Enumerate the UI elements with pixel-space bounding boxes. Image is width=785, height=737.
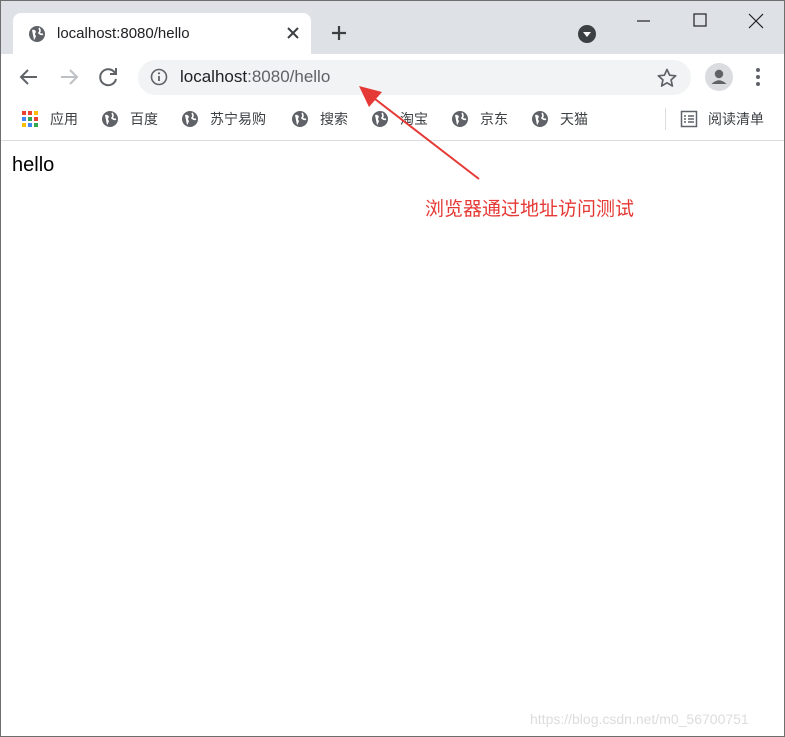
- reading-list-button[interactable]: 阅读清单: [680, 108, 764, 130]
- bookmark-taobao[interactable]: 淘宝: [371, 108, 428, 130]
- bookmark-label: 天猫: [560, 111, 588, 127]
- reload-icon[interactable]: [96, 64, 122, 90]
- bookmark-tmall[interactable]: 天猫: [531, 108, 588, 130]
- minimize-icon[interactable]: [623, 9, 663, 35]
- page-body-text: hello: [12, 154, 55, 176]
- url-path: :8080/hello: [247, 67, 331, 86]
- globe-icon: [29, 26, 45, 42]
- reading-list-label: 阅读清单: [708, 111, 764, 127]
- bookmarks-bar: 应用 百度 苏宁易购 搜索 淘宝 京东 天猫 阅读清单: [1, 100, 784, 141]
- annotation-text: 浏览器通过地址访问测试: [425, 199, 635, 220]
- bookmark-jd[interactable]: 京东: [451, 108, 508, 130]
- bookmark-label: 京东: [480, 111, 508, 127]
- site-info-icon[interactable]: [150, 68, 168, 86]
- bookmark-label: 淘宝: [400, 111, 428, 127]
- browser-tab[interactable]: localhost:8080/hello: [13, 13, 311, 54]
- bookmark-star-icon[interactable]: [656, 67, 678, 89]
- globe-icon: [292, 111, 308, 127]
- bookmark-label: 百度: [130, 111, 158, 127]
- bookmark-label: 苏宁易购: [210, 111, 266, 127]
- close-tab-icon[interactable]: [283, 23, 303, 43]
- bookmark-search[interactable]: 搜索: [291, 108, 348, 130]
- bookmark-apps[interactable]: 应用: [21, 108, 78, 130]
- tab-strip: localhost:8080/hello: [1, 1, 784, 54]
- back-arrow-icon[interactable]: [16, 64, 42, 90]
- reading-list-icon: [680, 110, 698, 128]
- globe-icon: [182, 111, 198, 127]
- profile-avatar[interactable]: [705, 63, 733, 91]
- globe-icon: [372, 111, 388, 127]
- globe-icon: [102, 111, 118, 127]
- bookmark-label: 搜索: [320, 111, 348, 127]
- tab-title: localhost:8080/hello: [57, 25, 190, 42]
- globe-icon: [532, 111, 548, 127]
- maximize-icon[interactable]: [679, 9, 719, 35]
- window-close-icon[interactable]: [736, 9, 776, 35]
- globe-icon: [452, 111, 468, 127]
- page-content: hello 浏览器通过地址访问测试: [1, 141, 784, 736]
- tab-search-dropdown-icon[interactable]: [577, 24, 597, 44]
- url-host: localhost: [180, 67, 248, 86]
- more-menu-icon[interactable]: [748, 64, 768, 90]
- watermark: https://blog.csdn.net/m0_56700751: [530, 711, 749, 727]
- address-bar[interactable]: localhost:8080/hello: [138, 60, 691, 95]
- browser-window: localhost:8080/hello localhost:8080/hell…: [0, 0, 785, 737]
- apps-grid-icon: [22, 111, 38, 127]
- person-icon: [711, 69, 727, 84]
- bookmark-baidu[interactable]: 百度: [101, 108, 158, 130]
- forward-arrow-icon[interactable]: [56, 64, 82, 90]
- url-text[interactable]: localhost:8080/hello: [180, 67, 330, 87]
- toolbar: localhost:8080/hello: [1, 54, 784, 100]
- bookmarks-divider: [665, 108, 666, 130]
- new-tab-icon[interactable]: [327, 21, 351, 45]
- bookmark-suning[interactable]: 苏宁易购: [181, 108, 266, 130]
- bookmark-label: 应用: [50, 111, 78, 127]
